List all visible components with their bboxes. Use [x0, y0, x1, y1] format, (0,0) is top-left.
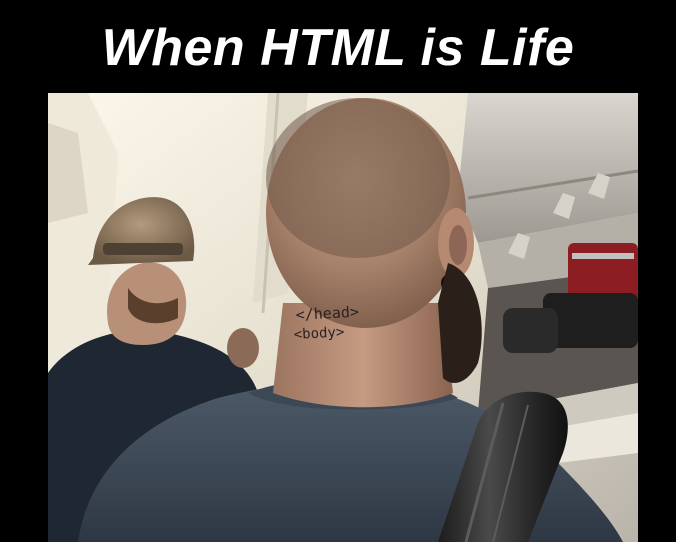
neck-tattoo-line2: <body>: [293, 324, 344, 343]
neck-tattoo-line1: </head>: [295, 303, 359, 324]
meme-caption: When HTML is Life: [101, 19, 575, 77]
meme: When HTML is Life </head> <body>: [0, 0, 676, 542]
photo-illustration: </head> <body>: [48, 93, 638, 542]
man-buzzcut: [266, 98, 450, 258]
black-bag: [503, 308, 558, 353]
photo: </head> <body>: [48, 93, 638, 542]
